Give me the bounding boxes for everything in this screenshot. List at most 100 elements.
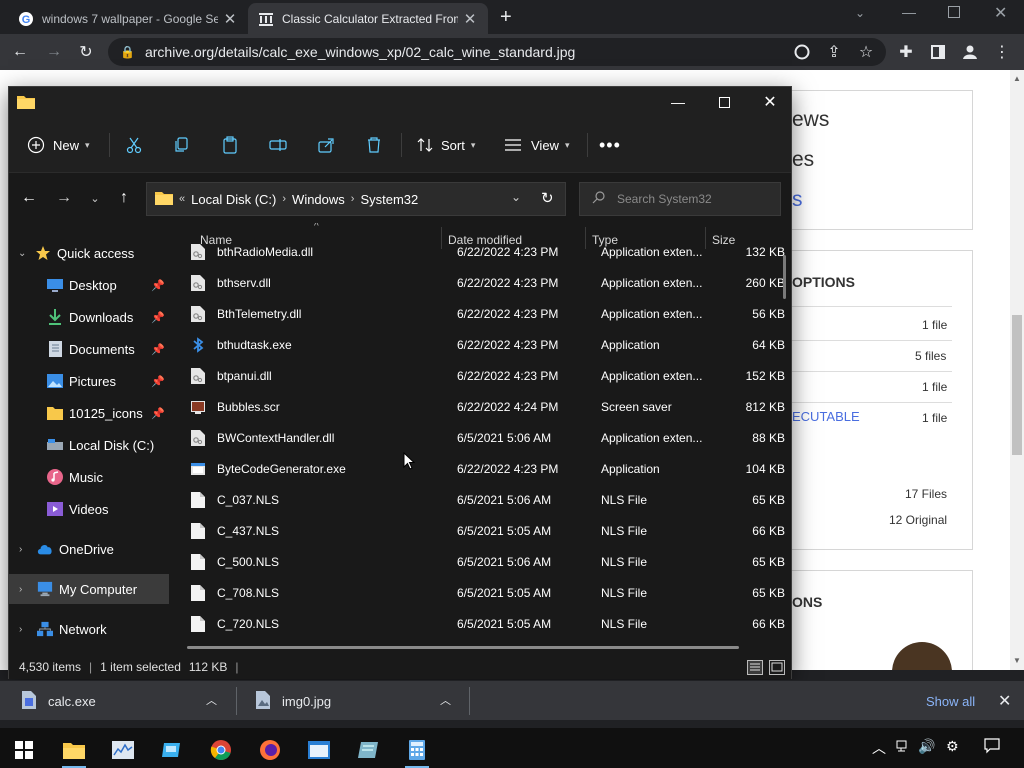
page-scrollbar[interactable]: ▲ ▼ — [1010, 70, 1024, 670]
back-icon[interactable]: ← — [8, 40, 32, 64]
nav-onedrive[interactable]: › OneDrive — [9, 534, 169, 564]
nav-pictures[interactable]: Pictures 📌 — [9, 366, 169, 396]
tab-google-search[interactable]: G windows 7 wallpaper - Google Se ✕ — [8, 3, 248, 34]
bookmark-star-icon[interactable]: ☆ — [854, 40, 878, 64]
file-row[interactable]: C_037.NLS 6/5/2021 5:06 AM NLS File 65 KB — [169, 485, 791, 516]
calculator-taskbar-icon[interactable] — [397, 732, 437, 768]
extensions-icon[interactable]: ✚ — [894, 40, 918, 64]
file-row[interactable]: C_720.NLS 6/5/2021 5:05 AM NLS File 66 KB — [169, 609, 791, 640]
file-row[interactable]: bthRadioMedia.dll 6/22/2022 4:23 PM Applic… — [169, 237, 791, 268]
notifications-icon[interactable] — [984, 738, 1000, 757]
nav-quick-access[interactable]: ⌄ Quick access — [9, 238, 169, 268]
restore-icon[interactable] — [948, 6, 960, 18]
download-item-calc[interactable]: calc.exe ︿ — [22, 681, 222, 721]
address-bar[interactable]: « Local Disk (C:) › Windows › System32 ⌄… — [146, 182, 566, 216]
sort-button[interactable]: Sort ▾ — [417, 131, 475, 159]
explorer-title-bar[interactable]: — ✕ — [9, 87, 791, 117]
more-options-icon[interactable]: ••• — [599, 131, 621, 159]
minimize-icon[interactable]: — — [902, 4, 916, 20]
expand-chevron-icon[interactable]: › — [19, 544, 31, 555]
file-row[interactable]: ByteCodeGenerator.exe 6/22/2022 4:23 PM Ap… — [169, 454, 791, 485]
notes-app-taskbar-icon[interactable] — [348, 732, 388, 768]
rename-button[interactable] — [269, 131, 287, 159]
scrollbar-thumb[interactable] — [1012, 315, 1022, 455]
file-row[interactable]: Bubbles.scr 6/22/2022 4:24 PM Screen saver… — [169, 392, 791, 423]
nav-network[interactable]: › Network — [9, 614, 169, 644]
share-icon[interactable]: ⇪ — [822, 40, 846, 64]
copy-button[interactable] — [173, 131, 191, 159]
up-folder-icon[interactable]: ↑ — [112, 186, 136, 210]
cut-button[interactable] — [125, 131, 143, 159]
scroll-up-icon[interactable]: ▲ — [1013, 74, 1021, 83]
nav-documents[interactable]: Documents 📌 — [9, 334, 169, 364]
file-row[interactable]: bthudtask.exe 6/22/2022 4:23 PM Applicatio… — [169, 330, 791, 361]
side-panel-icon[interactable] — [926, 40, 950, 64]
refresh-icon[interactable]: ↻ — [541, 189, 554, 207]
details-view-icon[interactable] — [747, 660, 763, 675]
file-row[interactable]: BWContextHandler.dll 6/5/2021 5:06 AM Appl… — [169, 423, 791, 454]
volume-icon[interactable]: 🔊 — [918, 738, 935, 755]
horizontal-scrollbar[interactable] — [187, 646, 739, 649]
paste-button[interactable] — [221, 131, 239, 159]
download-link[interactable]: ECUTABLE — [792, 409, 860, 424]
profile-icon[interactable] — [958, 40, 982, 64]
close-tab-icon[interactable]: ✕ — [462, 10, 478, 28]
file-row[interactable]: btpanui.dll 6/22/2022 4:23 PM Application … — [169, 361, 791, 392]
app-taskbar-icon[interactable] — [152, 732, 192, 768]
settings-gear-icon[interactable]: ⚙ — [946, 738, 959, 755]
show-hidden-icons-icon[interactable]: ︿ — [872, 738, 886, 758]
windows-start-icon[interactable] — [4, 732, 44, 768]
expand-chevron-icon[interactable]: › — [19, 624, 31, 635]
new-button[interactable]: New ▾ — [27, 131, 90, 159]
file-row[interactable]: C_437.NLS 6/5/2021 5:05 AM NLS File 66 KB — [169, 516, 791, 547]
close-window-icon[interactable]: ✕ — [994, 3, 1007, 23]
expand-chevron-icon[interactable]: ⌄ — [18, 248, 30, 259]
search-input[interactable]: Search System32 — [579, 182, 781, 216]
file-row[interactable]: bthserv.dll 6/22/2022 4:23 PM Application … — [169, 268, 791, 299]
download-item-img0[interactable]: img0.jpg ︿ — [256, 681, 456, 721]
large-icons-view-icon[interactable] — [769, 660, 785, 675]
firefox-taskbar-icon[interactable] — [250, 732, 290, 768]
menu-kebab-icon[interactable]: ⋮ — [990, 40, 1014, 64]
tab-classic-calculator[interactable]: Classic Calculator Extracted From ✕ — [248, 3, 488, 34]
link-fragment[interactable]: s — [792, 188, 803, 212]
close-downloads-icon[interactable]: ✕ — [998, 681, 1011, 721]
view-button[interactable]: View ▾ — [505, 131, 569, 159]
nav-downloads[interactable]: Downloads 📌 — [9, 302, 169, 332]
close-tab-icon[interactable]: ✕ — [222, 10, 238, 28]
file-explorer-taskbar-icon[interactable] — [54, 732, 94, 768]
address-history-chevron-icon[interactable]: ⌄ — [511, 190, 521, 204]
breadcrumb-local-disk[interactable]: Local Disk (C:) — [191, 192, 276, 207]
file-row[interactable]: BthTelemetry.dll 6/22/2022 4:23 PM Applica… — [169, 299, 791, 330]
file-row[interactable]: C_708.NLS 6/5/2021 5:05 AM NLS File 65 KB — [169, 578, 791, 609]
performance-monitor-taskbar-icon[interactable] — [103, 732, 143, 768]
new-tab-button[interactable]: + — [500, 6, 520, 28]
delete-button[interactable] — [365, 131, 383, 159]
nav-desktop[interactable]: Desktop 📌 — [9, 270, 169, 300]
forward-icon[interactable]: → — [52, 186, 76, 210]
expand-chevron-icon[interactable]: › — [19, 584, 31, 595]
maximize-icon[interactable] — [701, 87, 747, 117]
show-all-button[interactable]: Show all — [926, 681, 975, 721]
close-icon[interactable]: ✕ — [747, 87, 793, 117]
minimize-icon[interactable]: — — [655, 87, 701, 117]
breadcrumb-windows[interactable]: Windows — [292, 192, 345, 207]
nav-music[interactable]: Music — [9, 462, 169, 492]
breadcrumb-system32[interactable]: System32 — [360, 192, 418, 207]
nav-my-computer[interactable]: › My Computer — [9, 574, 169, 604]
chevron-up-icon[interactable]: ︿ — [440, 692, 451, 708]
share-button[interactable] — [317, 131, 335, 159]
recent-locations-icon[interactable]: ⌄ — [83, 186, 107, 210]
file-row[interactable]: C_500.NLS 6/5/2021 5:06 AM NLS File 65 KB — [169, 547, 791, 578]
address-bar[interactable]: 🔒 archive.org/details/calc_exe_windows_x… — [108, 38, 886, 66]
nav-videos[interactable]: Videos — [9, 494, 169, 524]
tab-search-icon[interactable]: ⌄ — [855, 6, 865, 20]
scroll-down-icon[interactable]: ▼ — [1013, 656, 1021, 665]
window-app-taskbar-icon[interactable] — [299, 732, 339, 768]
forward-icon[interactable]: → — [42, 40, 66, 64]
chevron-up-icon[interactable]: ︿ — [206, 692, 217, 708]
google-lens-icon[interactable] — [790, 40, 814, 64]
back-icon[interactable]: ← — [17, 186, 41, 210]
network-status-icon[interactable] — [896, 738, 912, 757]
nav-local-disk[interactable]: Local Disk (C:) — [9, 430, 169, 460]
